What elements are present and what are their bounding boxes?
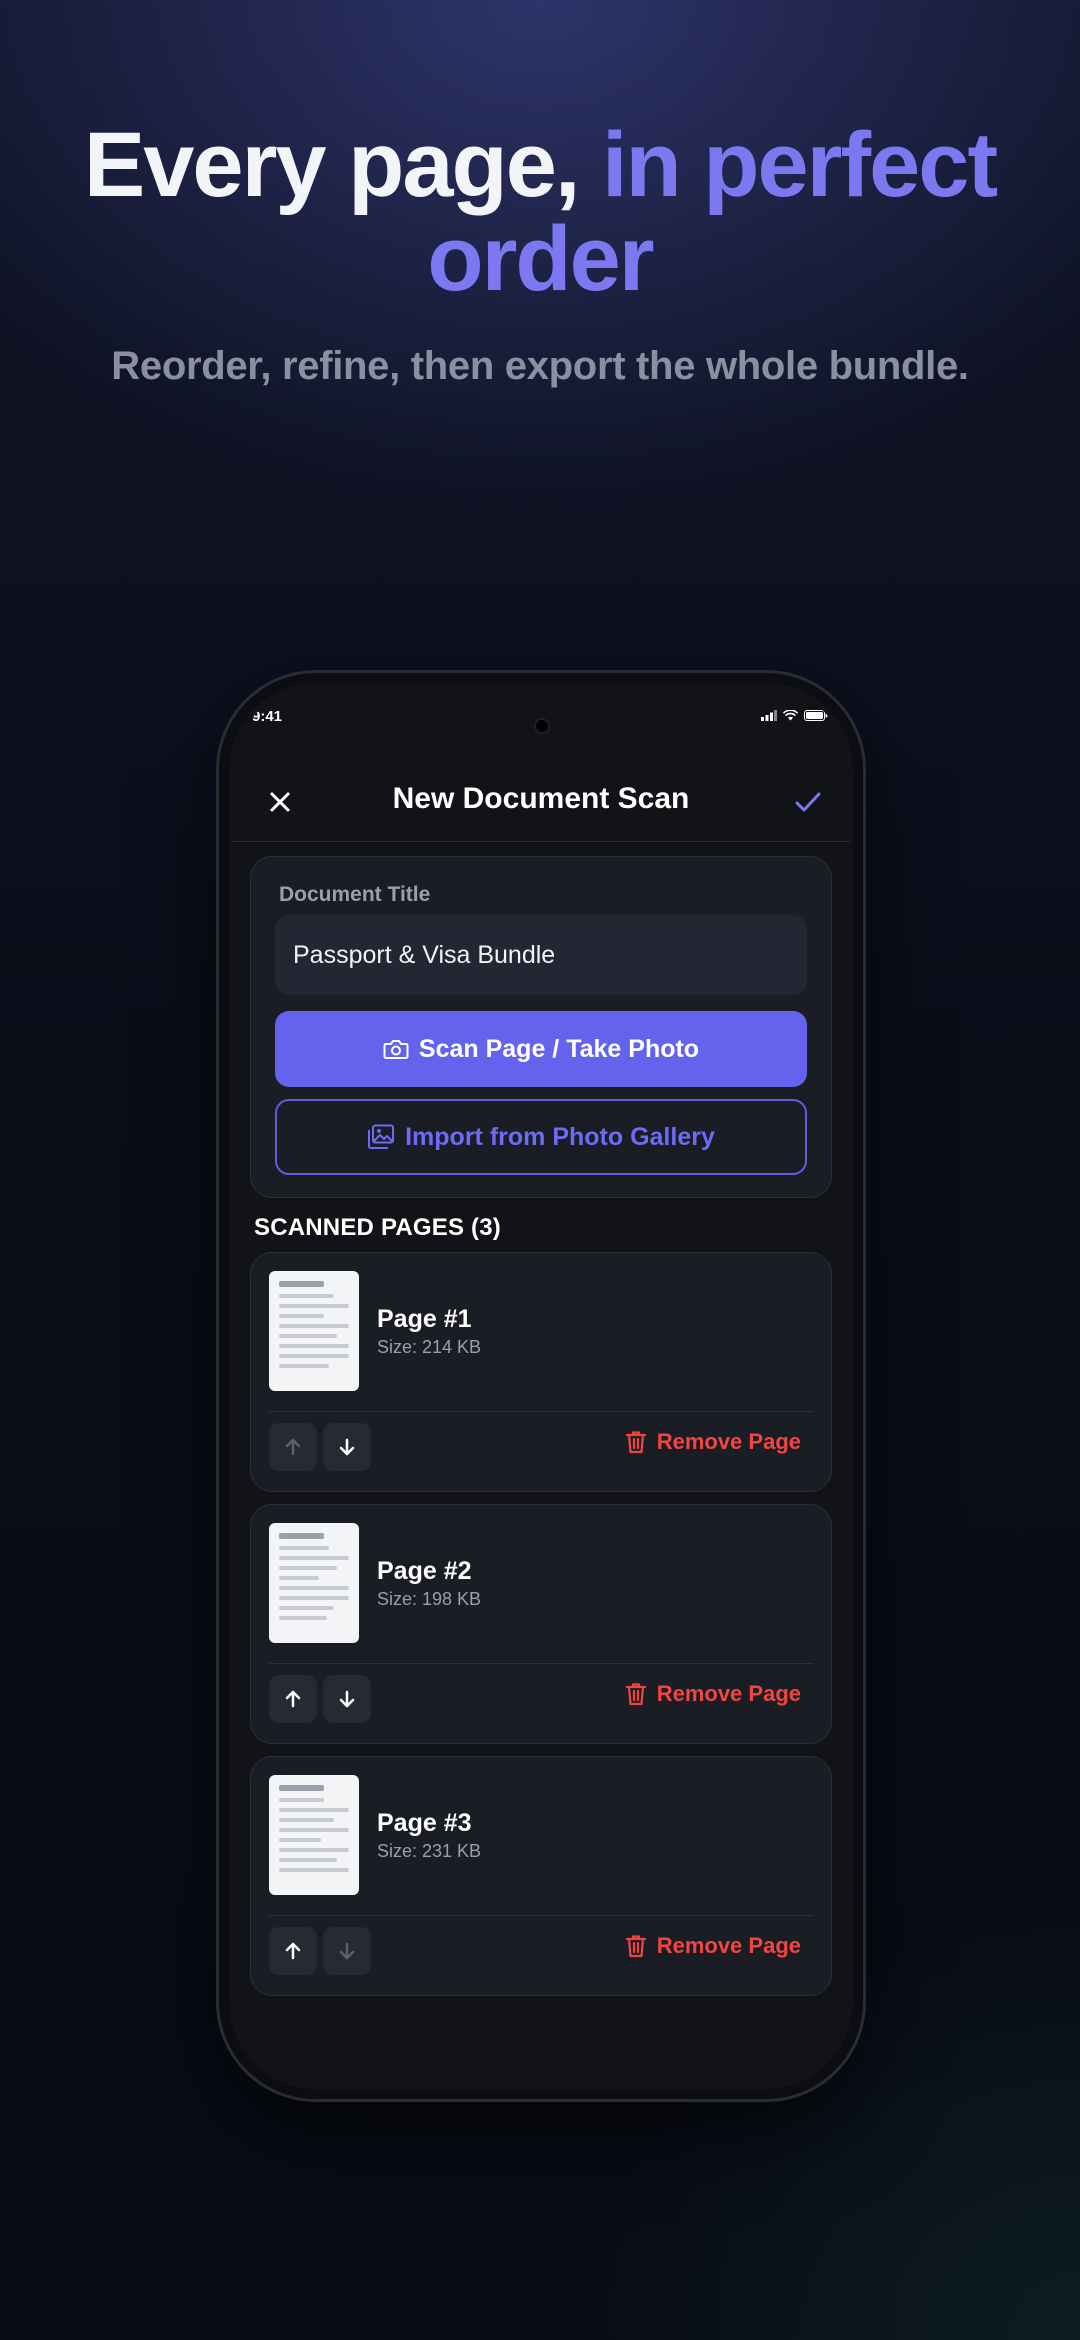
page-thumbnail[interactable] xyxy=(269,1523,359,1643)
scan-page-label: Scan Page / Take Photo xyxy=(418,1034,700,1063)
remove-page-label: Remove Page xyxy=(656,1681,801,1706)
move-down-button[interactable] xyxy=(323,1675,371,1723)
page-title: Page #1 xyxy=(377,1305,472,1333)
status-bar: 9:41 xyxy=(232,686,850,756)
arrow-up-icon xyxy=(285,1690,301,1708)
camera-icon xyxy=(383,1040,409,1059)
move-up-button[interactable] xyxy=(269,1675,317,1723)
arrow-up-icon xyxy=(285,1942,301,1960)
hero: Every page, in perfect order Reorder, re… xyxy=(0,118,1080,389)
page-thumbnail[interactable] xyxy=(269,1271,359,1391)
remove-page-button[interactable]: Remove Page xyxy=(625,1681,801,1707)
move-down-button[interactable] xyxy=(323,1927,371,1975)
scan-page-button[interactable]: Scan Page / Take Photo xyxy=(275,1011,807,1087)
move-down-button[interactable] xyxy=(323,1423,371,1471)
divider xyxy=(269,1663,813,1664)
confirm-button[interactable] xyxy=(790,784,826,820)
front-camera xyxy=(534,718,550,734)
page-title: Page #3 xyxy=(377,1809,472,1837)
phone-screen: 9:41 New Document Scan Document Title Sc… xyxy=(232,686,850,2086)
phone-frame: 9:41 New Document Scan Document Title Sc… xyxy=(216,670,866,2102)
remove-page-label: Remove Page xyxy=(656,1933,801,1958)
trash-icon xyxy=(625,1431,646,1454)
page-size: Size: 214 KB xyxy=(377,1337,482,1357)
page-card: Page #2 Size: 198 KB Remove Page xyxy=(250,1504,832,1744)
nav-bar: New Document Scan xyxy=(232,762,850,842)
hero-subheadline: Reorder, refine, then export the whole b… xyxy=(111,344,969,388)
page-card: Page #3 Size: 231 KB Remove Page xyxy=(250,1756,832,1996)
arrow-up-icon xyxy=(285,1438,301,1456)
status-time: 9:41 xyxy=(252,708,283,725)
status-icons xyxy=(761,710,828,721)
arrow-down-icon xyxy=(339,1690,355,1708)
page-thumbnail[interactable] xyxy=(269,1775,359,1895)
move-up-button[interactable] xyxy=(269,1927,317,1975)
move-up-button[interactable] xyxy=(269,1423,317,1471)
trash-icon xyxy=(625,1683,646,1706)
wifi-icon xyxy=(783,710,798,721)
page-size: Size: 198 KB xyxy=(377,1589,482,1609)
checkmark-icon xyxy=(795,792,821,812)
import-gallery-button[interactable]: Import from Photo Gallery xyxy=(275,1099,807,1175)
trash-icon xyxy=(625,1935,646,1958)
arrow-down-icon xyxy=(339,1942,355,1960)
scanned-pages-heading: SCANNED PAGES (3) xyxy=(254,1214,501,1241)
import-gallery-label: Import from Photo Gallery xyxy=(405,1122,715,1151)
page-size: Size: 231 KB xyxy=(377,1841,482,1861)
remove-page-label: Remove Page xyxy=(656,1429,801,1454)
arrow-down-icon xyxy=(339,1438,355,1456)
divider xyxy=(269,1915,813,1916)
hero-headline: Every page, in perfect order xyxy=(0,118,1080,306)
page-title: Page #2 xyxy=(377,1557,472,1585)
signal-icon xyxy=(761,710,777,721)
battery-icon xyxy=(804,710,828,721)
remove-page-button[interactable]: Remove Page xyxy=(625,1429,801,1455)
document-title-input[interactable] xyxy=(275,915,807,995)
divider xyxy=(269,1411,813,1412)
page-card: Page #1 Size: 214 KB Remove Page xyxy=(250,1252,832,1492)
document-card: Document Title Scan Page / Take Photo Im… xyxy=(250,856,832,1198)
remove-page-button[interactable]: Remove Page xyxy=(625,1933,801,1959)
headline-part1: Every page, xyxy=(83,114,602,216)
document-title-label: Document Title xyxy=(279,883,431,906)
nav-title: New Document Scan xyxy=(392,782,690,815)
gallery-icon xyxy=(368,1124,395,1149)
